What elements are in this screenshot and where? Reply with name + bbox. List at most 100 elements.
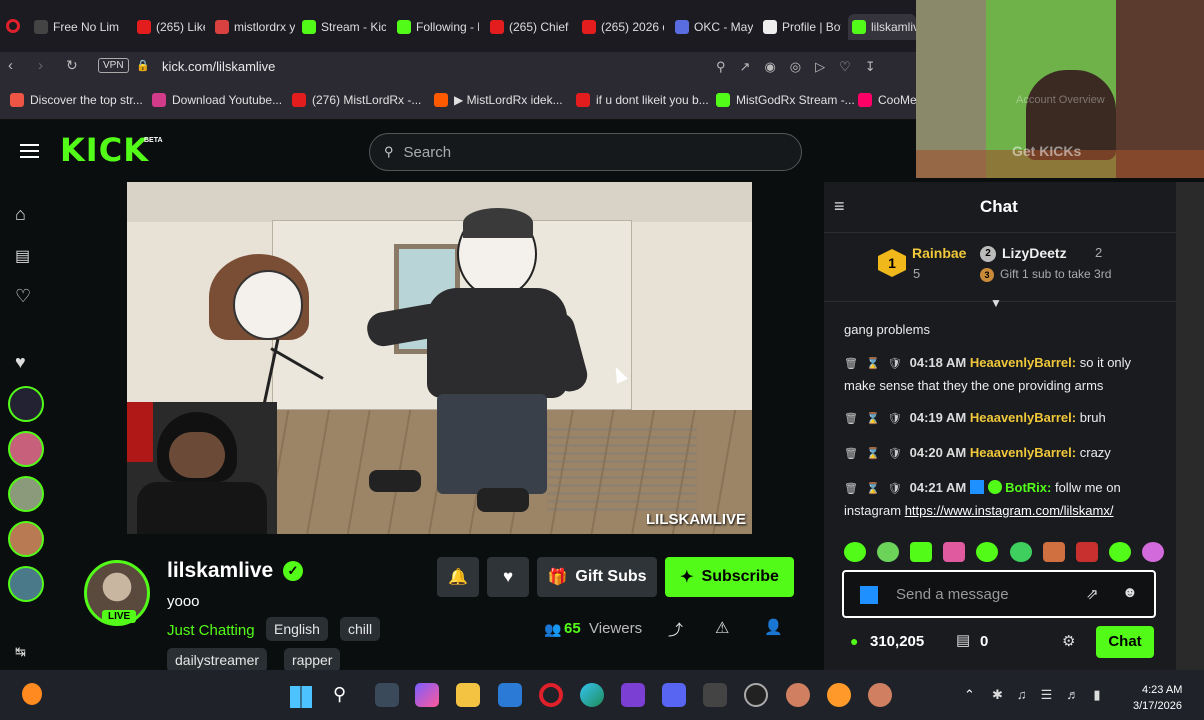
timeout-icon[interactable]: ⌛ xyxy=(866,448,880,460)
app-icon[interactable] xyxy=(827,683,851,707)
volume-icon[interactable]: ♬ xyxy=(1066,687,1079,703)
kick-logo[interactable]: KICK xyxy=(60,131,149,169)
emote-icon[interactable] xyxy=(1042,542,1065,562)
tag-dailystreamer[interactable]: dailystreamer xyxy=(167,648,268,672)
edge-icon[interactable] xyxy=(580,683,604,707)
delete-icon[interactable]: 🗑 xyxy=(844,358,858,370)
obs-icon[interactable] xyxy=(744,683,768,707)
emote-icon[interactable] xyxy=(844,542,866,562)
search-taskbar-icon[interactable]: ⚲ xyxy=(333,684,346,705)
app-icon[interactable] xyxy=(868,683,892,707)
video-editor-icon[interactable] xyxy=(621,683,645,707)
tray-chevron-icon[interactable]: ⌃ xyxy=(964,687,975,703)
message-username[interactable]: HeaavenlyBarrel: xyxy=(970,445,1076,460)
emote-icon[interactable] xyxy=(910,542,933,562)
emote-icon[interactable] xyxy=(943,542,966,562)
mic-icon[interactable]: ♫ xyxy=(1017,687,1027,703)
browser-tab[interactable]: OKC - May A xyxy=(671,14,753,40)
opera-icon[interactable] xyxy=(539,683,563,707)
share-icon[interactable]: ⤴ xyxy=(668,619,683,640)
clock-date[interactable]: 3/17/2026 xyxy=(1133,700,1182,712)
ban-icon[interactable]: 🛡 xyxy=(888,483,902,495)
first-name[interactable]: Rainbae xyxy=(912,245,966,261)
opera-logo-icon[interactable] xyxy=(6,19,20,33)
browser-tab[interactable]: Profile | Bot xyxy=(759,14,841,40)
back-icon[interactable]: ‹ xyxy=(8,57,13,74)
collapse-chat-icon[interactable]: ≡ xyxy=(834,196,845,217)
timeout-icon[interactable]: ⌛ xyxy=(866,413,880,425)
timeout-icon[interactable]: ⌛ xyxy=(866,483,880,495)
browser-tab[interactable]: (265) Liked v xyxy=(133,14,205,40)
notification-bell-button[interactable]: 🔔 xyxy=(437,557,479,597)
home-icon[interactable]: ⌂ xyxy=(15,204,26,225)
bluetooth-icon[interactable]: ✱ xyxy=(992,687,1003,703)
message-username[interactable]: BotRix: xyxy=(1005,480,1051,495)
adblock-icon[interactable]: ◎ xyxy=(790,59,801,75)
discord-icon[interactable] xyxy=(662,683,686,707)
bookmark-item[interactable]: ▶ MistLordRx idek... xyxy=(434,93,563,107)
emoji-icon[interactable]: ☻ xyxy=(1122,584,1138,601)
reload-icon[interactable]: ↻ xyxy=(66,57,78,74)
search-page-icon[interactable]: ⚲ xyxy=(716,59,726,75)
emote-icon[interactable] xyxy=(976,542,999,562)
delete-icon[interactable]: 🗑 xyxy=(844,413,858,425)
ban-icon[interactable]: 🛡 xyxy=(888,448,902,460)
bookmark-item[interactable]: MistGodRx Stream -... xyxy=(716,93,855,107)
category-link[interactable]: Just Chatting xyxy=(167,622,255,639)
gift-subs-button[interactable]: 🎁 Gift Subs xyxy=(537,557,657,597)
browser-tab[interactable]: lilskamlive Strea xyxy=(848,14,916,40)
start-icon[interactable] xyxy=(290,686,312,708)
following-icon[interactable]: ♡ xyxy=(15,286,31,307)
menu-icon[interactable] xyxy=(20,144,39,158)
emote-icon[interactable] xyxy=(1108,542,1131,562)
battery-icon[interactable]: ▮ xyxy=(1093,687,1100,703)
search-input[interactable]: ⚲ Search xyxy=(369,133,802,171)
weather-icon[interactable] xyxy=(22,683,42,705)
share-icon[interactable]: ↗ xyxy=(740,59,751,75)
heart-bookmark-icon[interactable]: ♡ xyxy=(839,59,851,75)
bookmark-item[interactable]: Discover the top str... xyxy=(10,93,143,107)
follow-heart-button[interactable]: ♥ xyxy=(487,557,529,597)
delete-icon[interactable]: 🗑 xyxy=(844,448,858,460)
copilot-icon[interactable] xyxy=(415,683,439,707)
file-explorer-icon[interactable] xyxy=(456,683,480,707)
task-view-icon[interactable] xyxy=(375,683,399,707)
emote-icon[interactable] xyxy=(877,542,900,562)
browser-tab[interactable]: (265) Chief K xyxy=(486,14,572,40)
app-icon[interactable] xyxy=(498,683,522,707)
browser-tab[interactable]: Free No Lim xyxy=(30,14,125,40)
tag-chill[interactable]: chill xyxy=(340,617,381,641)
forward-icon[interactable]: › xyxy=(38,57,43,74)
bookmark-item[interactable]: if u dont likeit you b... xyxy=(576,93,709,107)
tag-rapper[interactable]: rapper xyxy=(284,648,341,672)
wifi-icon[interactable]: ☰ xyxy=(1041,687,1053,703)
message-username[interactable]: HeaavenlyBarrel: xyxy=(970,355,1076,370)
emote-icon[interactable] xyxy=(1075,542,1098,562)
bookmark-item[interactable]: Download Youtube... xyxy=(152,93,282,107)
report-icon[interactable]: ⚠ xyxy=(715,618,729,638)
followed-channel-avatar[interactable] xyxy=(8,386,44,422)
user-options-icon[interactable]: 👤 xyxy=(764,618,783,636)
emote-icon[interactable] xyxy=(1141,542,1164,562)
bookmark-item[interactable]: (276) MistLordRx -... xyxy=(292,93,421,107)
channel-points[interactable]: 310,205 xyxy=(870,633,924,650)
camera-icon[interactable]: ◉ xyxy=(764,59,775,75)
collapse-sidebar-icon[interactable]: ↹ xyxy=(15,644,26,660)
emote-icon[interactable] xyxy=(1009,542,1032,562)
browser-tab[interactable]: Stream - Kicl xyxy=(298,14,386,40)
camera-app-icon[interactable] xyxy=(703,683,727,707)
followed-channel-avatar[interactable] xyxy=(8,476,44,512)
followed-channel-avatar[interactable] xyxy=(8,431,44,467)
second-name[interactable]: LizyDeetz xyxy=(1002,245,1067,261)
video-player[interactable]: LILSKAMLIVE xyxy=(127,182,752,534)
browser-tab[interactable]: (265) 2026 d xyxy=(578,14,664,40)
url-text[interactable]: kick.com/lilskamlive xyxy=(162,59,275,74)
channel-name[interactable]: lilskamlive xyxy=(167,559,273,583)
download-icon[interactable]: ↧ xyxy=(865,59,876,75)
browser-tab[interactable]: Following - l xyxy=(393,14,479,40)
browse-icon[interactable]: ▤ xyxy=(15,246,30,266)
subscribe-button[interactable]: ✦ Subscribe xyxy=(665,557,794,597)
tag-english[interactable]: English xyxy=(266,617,328,641)
scrollbar[interactable] xyxy=(1176,182,1204,670)
translate-icon[interactable]: ⇗ xyxy=(1086,585,1099,603)
